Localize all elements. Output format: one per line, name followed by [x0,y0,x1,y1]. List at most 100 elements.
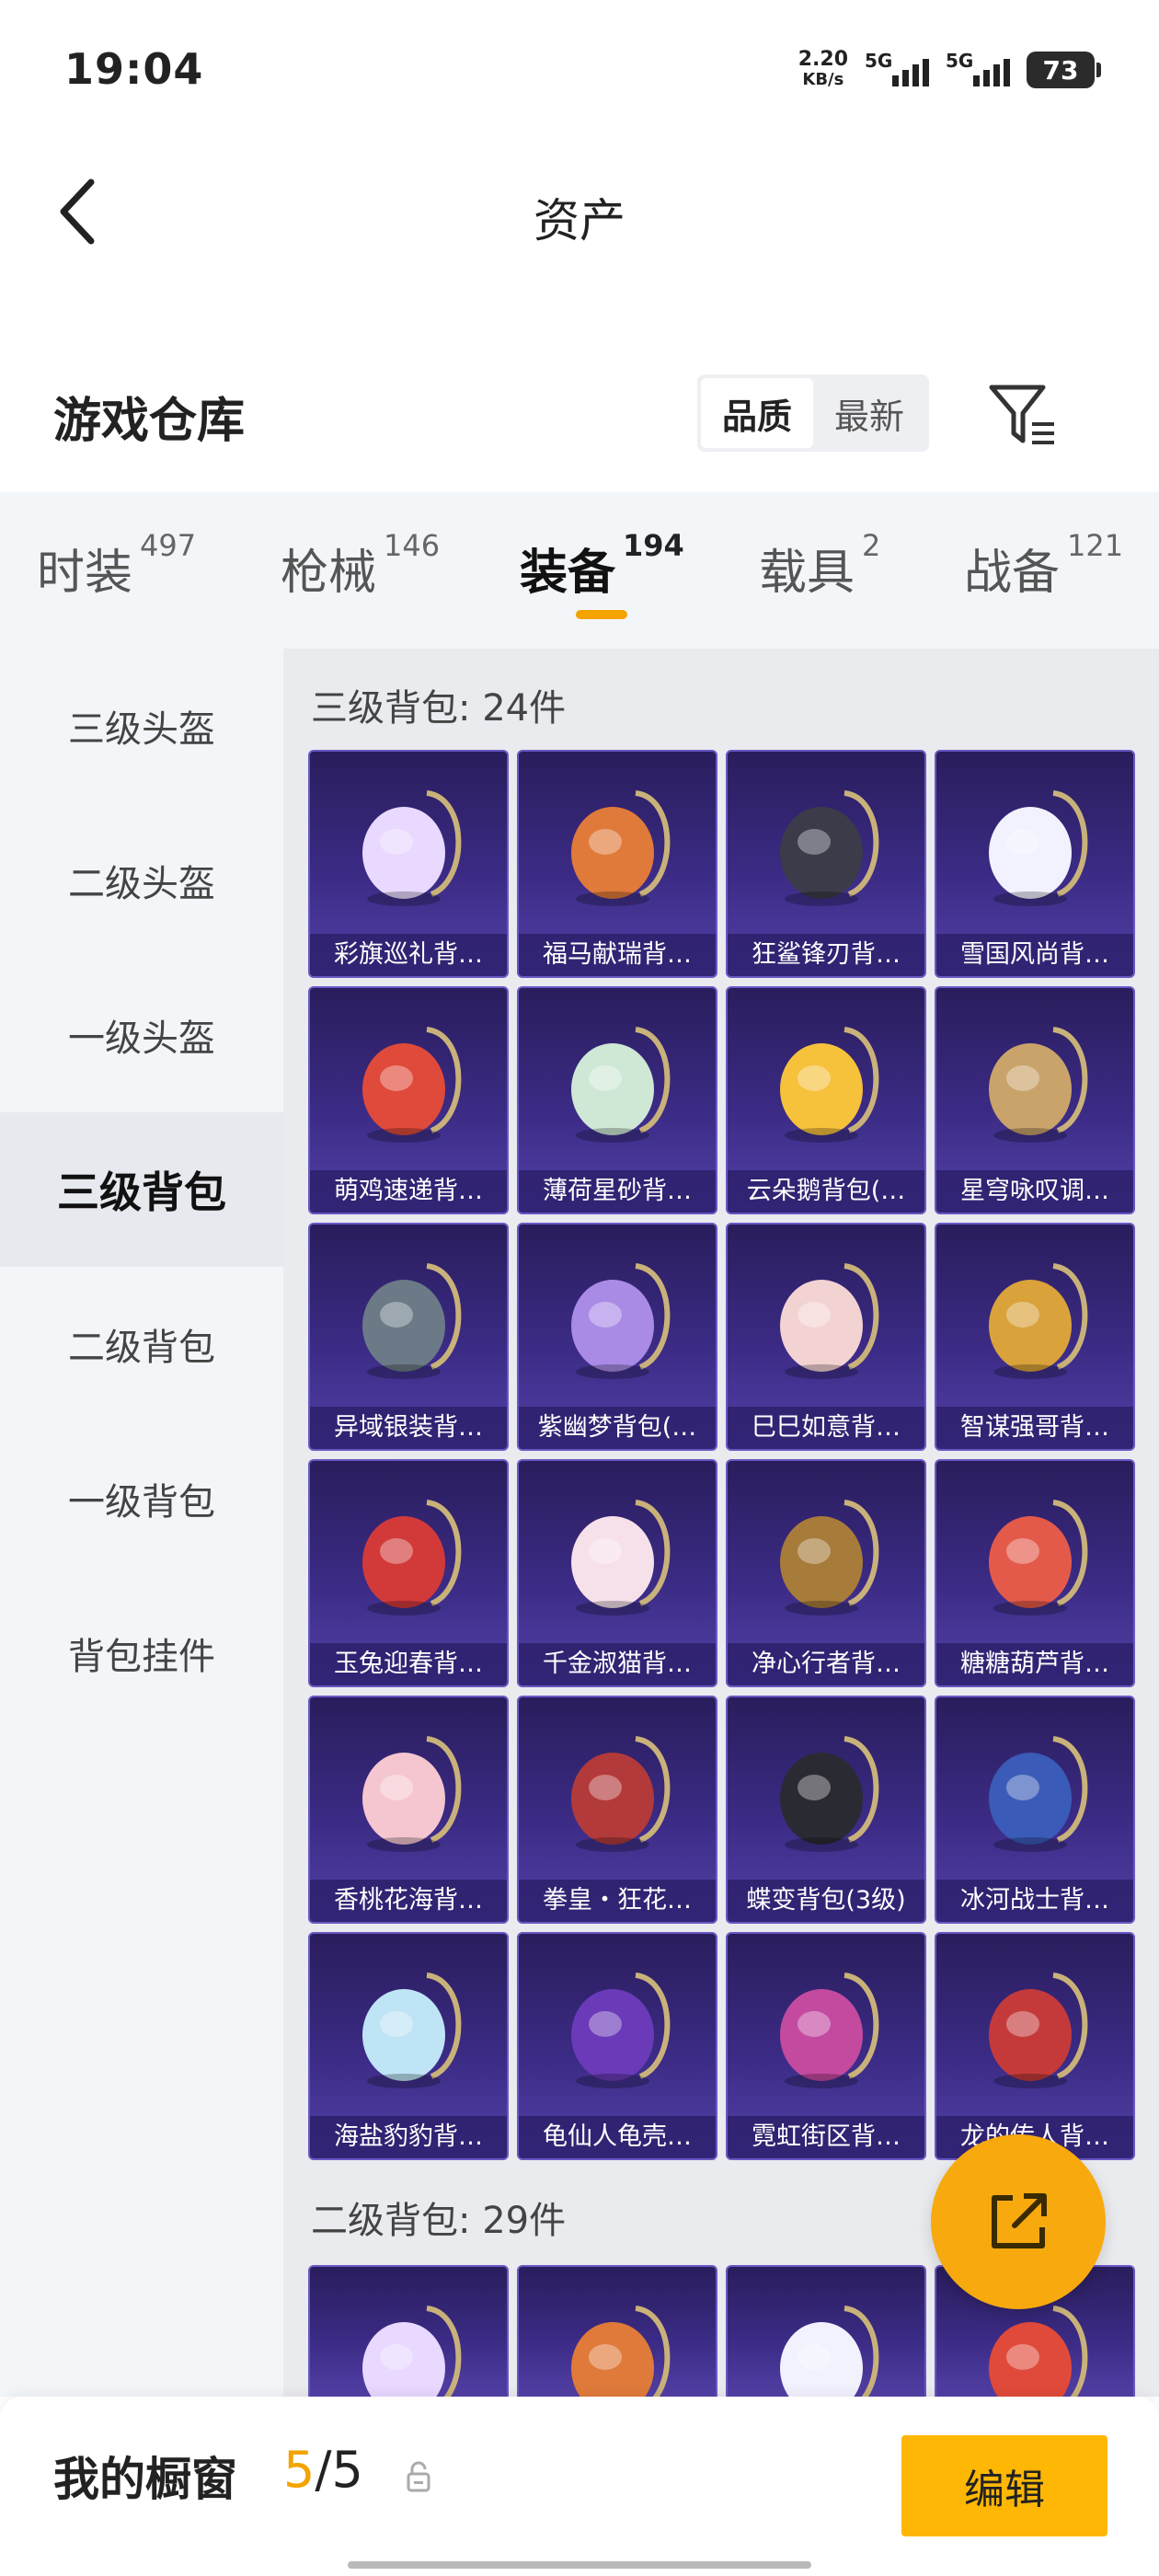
item-name: 龟仙人龟壳… [519,2116,716,2158]
title-bar: 资产 [0,147,1159,276]
item-name: 糖糖葫芦背… [936,1643,1133,1685]
item-name: 福马献瑞背… [519,934,716,976]
item-name: 狂鲨锋刃背… [728,934,924,976]
backpack-image [519,988,716,1172]
item-card[interactable]: 冰河战士背… [935,1696,1135,1924]
home-indicator[interactable] [348,2561,811,2569]
share-button[interactable] [931,2134,1106,2309]
backpack-image [728,988,924,1172]
item-card[interactable]: 霓虹街区背… [726,1932,926,2160]
item-name: 蝶变背包(3级) [728,1880,924,1922]
backpack-image [936,1697,1133,1881]
item-card[interactable]: 雪国风尚背… [935,750,1135,978]
sidebar-item-backpack-3[interactable]: 三级背包 [0,1112,283,1267]
backpack-image [519,1934,716,2118]
backpack-image [728,2267,924,2397]
sidebar-item-backpack-2[interactable]: 二级背包 [0,1267,283,1421]
item-card[interactable]: 香桃花海背… [308,1696,509,1924]
sidebar-item-backpack-charm[interactable]: 背包挂件 [0,1576,283,1731]
showcase-label: 我的橱窗 [53,2453,237,2506]
backpack-image [728,752,924,936]
item-card[interactable]: 萌鸡速递背… [308,986,509,1214]
sidebar-item-helmet-3[interactable]: 三级头盔 [0,649,283,803]
warehouse-header: 游戏仓库 品质 最新 [0,354,1159,483]
item-card[interactable]: 紫幽梦背包(… [517,1223,717,1451]
item-card[interactable]: 星穹咏叹调… [935,986,1135,1214]
item-card[interactable]: 巳巳如意背… [726,1223,926,1451]
item-card[interactable]: 龟仙人龟壳… [517,1932,717,2160]
sort-option-quality[interactable]: 品质 [701,378,813,448]
backpack-image [519,1697,716,1881]
filter-button[interactable] [986,380,1060,450]
item-name: 玉兔迎春背… [310,1643,507,1685]
status-bar: 19:04 2.20 KB/s 5G 5G 73 [0,0,1159,138]
item-card[interactable]: 蝶变背包(3级) [726,1696,926,1924]
signal-icon: 5G [865,50,929,90]
item-card[interactable]: 净心行者背… [726,1459,926,1687]
backpack-image [310,752,507,936]
tab-combat-gear[interactable]: 战备 121 [964,528,1123,603]
item-name: 彩旗巡礼背… [310,934,507,976]
battery-icon: 73 [1027,52,1101,88]
item-card[interactable]: 千金淑猫背… [517,1459,717,1687]
item-card[interactable] [308,2265,509,2397]
bottom-bar: 我的橱窗 5/5 编辑 [0,2397,1159,2576]
item-name: 星穹咏叹调… [936,1170,1133,1213]
item-card[interactable]: 龙的传人背… [935,1932,1135,2160]
item-card[interactable]: 智谋强哥背… [935,1223,1135,1451]
sidebar-item-helmet-1[interactable]: 一级头盔 [0,958,283,1112]
item-name: 异域银装背… [310,1407,507,1449]
network-speed: 2.20 KB/s [798,48,848,90]
item-card[interactable] [517,2265,717,2397]
item-grid: 彩旗巡礼背… 福马献瑞背… 狂鲨锋刃背… 雪国风尚背… 萌鸡速递背… 薄荷星砂背… 云朵鹅背… [308,750,1135,2160]
item-card[interactable]: 云朵鹅背包(… [726,986,926,1214]
sidebar-item-backpack-1[interactable]: 一级背包 [0,1421,283,1576]
sidebar-item-helmet-2[interactable]: 二级头盔 [0,803,283,958]
item-card[interactable]: 薄荷星砂背… [517,986,717,1214]
group-title: 三级背包: 24件 [311,687,567,730]
item-card[interactable]: 玉兔迎春背… [308,1459,509,1687]
sort-toggle: 品质 最新 [697,374,929,452]
sidebar: 三级头盔 二级头盔 一级头盔 三级背包 二级背包 一级背包 背包挂件 [0,649,283,2397]
backpack-image [310,2267,507,2397]
item-card[interactable] [726,2265,926,2397]
group-title-2: 二级背包: 29件 [311,2200,567,2242]
sort-option-newest[interactable]: 最新 [813,378,925,448]
lock-icon [405,2461,432,2492]
backpack-image [936,988,1133,1172]
item-name: 雪国风尚背… [936,934,1133,976]
item-card[interactable]: 海盐豹豹背… [308,1932,509,2160]
item-name: 萌鸡速递背… [310,1170,507,1213]
item-card[interactable]: 拳皇・狂花… [517,1696,717,1924]
item-name: 紫幽梦背包(… [519,1407,716,1449]
item-card[interactable]: 狂鲨锋刃背… [726,750,926,978]
item-card[interactable]: 异域银装背… [308,1223,509,1451]
signal-icon-2: 5G [946,50,1010,90]
item-name: 云朵鹅背包(… [728,1170,924,1213]
item-card[interactable]: 彩旗巡礼背… [308,750,509,978]
item-name: 霓虹街区背… [728,2116,924,2158]
page-title: 资产 [534,194,625,247]
edit-button[interactable]: 编辑 [901,2435,1107,2536]
tab-vehicles[interactable]: 载具 2 [759,528,880,603]
backpack-image [728,1934,924,2118]
tab-firearms[interactable]: 枪械 146 [281,528,440,603]
active-tab-indicator [576,610,627,619]
status-icons: 2.20 KB/s 5G 5G 73 [798,48,1101,92]
item-name: 拳皇・狂花… [519,1880,716,1922]
tab-fashion[interactable]: 时装 497 [37,528,196,603]
item-name: 香桃花海背… [310,1880,507,1922]
item-card[interactable]: 福马献瑞背… [517,750,717,978]
tab-equipment[interactable]: 装备 194 [520,528,684,603]
backpack-image [728,1697,924,1881]
filter-icon [989,385,1054,444]
item-name: 冰河战士背… [936,1880,1133,1922]
item-name: 薄荷星砂背… [519,1170,716,1213]
share-icon [992,2193,1047,2248]
backpack-image [728,1461,924,1645]
item-name: 智谋强哥背… [936,1407,1133,1449]
backpack-image [310,1461,507,1645]
backpack-image [728,1225,924,1409]
showcase-count: 5/5 [283,2441,363,2499]
item-card[interactable]: 糖糖葫芦背… [935,1459,1135,1687]
